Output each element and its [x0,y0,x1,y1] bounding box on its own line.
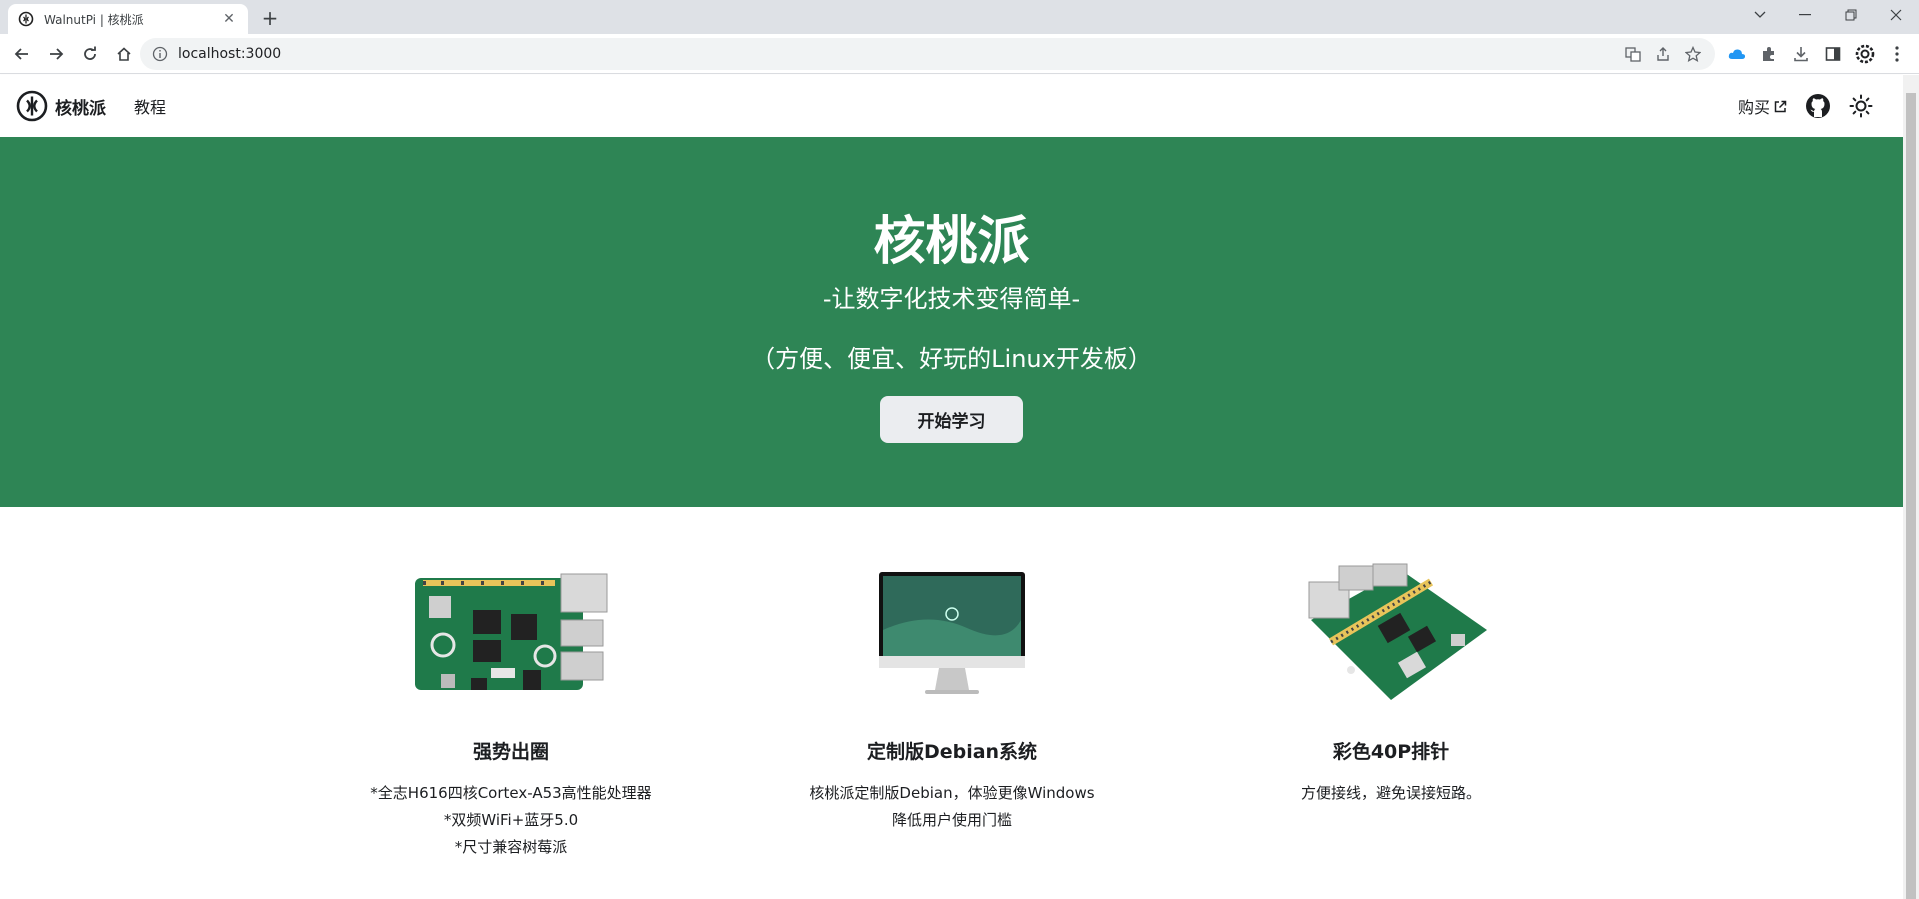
browser-tab-strip: WalnutPi | 核桃派 ✕ + [0,0,1919,34]
site-info-icon[interactable] [152,46,168,62]
url-text: localhost:3000 [178,46,282,62]
share-icon[interactable] [1655,46,1671,62]
buy-label: 购买 [1737,98,1770,117]
desktop-monitor-image [727,555,1177,715]
new-tab-button[interactable]: + [256,4,284,32]
tab-search-icon[interactable] [1737,0,1783,30]
feature-line: 降低用户使用门槛 [891,811,1012,829]
brand-name: 核桃派 [55,98,106,119]
translate-icon[interactable] [1625,46,1641,62]
feature-title: 定制版Debian系统 [866,741,1038,763]
download-icon[interactable] [1785,38,1817,70]
scrollbar-thumb[interactable] [1906,93,1916,899]
home-icon[interactable] [108,38,140,70]
hero-tagline: -让数字化技术变得简单- [822,285,1081,313]
feature-card-performance: 强势出圈 *全志H616四核Cortex-A53高性能处理器 *双频WiFi+蓝… [286,555,736,861]
brand-link[interactable]: 核桃派 [16,90,106,122]
feature-title: 彩色40P排针 [1332,741,1450,763]
browser-toolbar: localhost:3000 [0,34,1919,74]
walnutpi-favicon-icon [18,11,34,27]
feature-title: 强势出圈 [472,741,549,763]
hero-title: 核桃派 [873,212,1030,272]
feature-line: *全志H616四核Cortex-A53高性能处理器 [370,784,652,802]
site-navbar: 核桃派 教程 购买 [0,75,1903,137]
github-icon[interactable] [1805,93,1831,119]
theme-toggle-sun-icon[interactable] [1849,94,1873,118]
back-arrow-icon[interactable] [6,38,38,70]
tab-close-icon[interactable]: ✕ [220,11,238,27]
feature-line: *尺寸兼容树莓派 [454,838,568,856]
feature-card-debian: 定制版Debian系统 核桃派定制版Debian，体验更像Windows 降低用… [727,555,1177,834]
hero-subtitle: （方便、便宜、好玩的Linux开发板） [751,345,1152,373]
feature-card-gpio: 彩色40P排针 方便接线，避免误接短路。 [1166,555,1616,807]
external-link-icon [1774,100,1787,112]
restore-icon[interactable] [1828,0,1874,30]
tab-title: WalnutPi | 核桃派 [44,12,144,27]
browser-tab[interactable]: WalnutPi | 核桃派 ✕ [8,4,248,34]
feature-line: 核桃派定制版Debian，体验更像Windows [809,784,1095,802]
nav-link-buy[interactable]: 购买 [1738,94,1787,118]
address-bar[interactable]: localhost:3000 [140,38,1715,70]
hero-banner: 核桃派 -让数字化技术变得简单- （方便、便宜、好玩的Linux开发板） 开始学… [0,137,1903,507]
browser-menu-icon[interactable] [1881,38,1913,70]
bookmark-star-icon[interactable] [1685,46,1701,62]
start-learning-button[interactable]: 开始学习 [880,396,1023,443]
walnutpi-logo-icon [16,90,48,122]
feature-line: *双频WiFi+蓝牙5.0 [443,811,579,829]
cloud-extension-icon[interactable] [1721,38,1753,70]
board-angled-image [1166,555,1616,715]
reload-icon[interactable] [74,38,106,70]
side-panel-icon[interactable] [1817,38,1849,70]
walnutpi-board-image [286,555,736,715]
minimize-icon[interactable] [1782,0,1828,30]
nav-link-tutorial[interactable]: 教程 [134,94,166,118]
close-window-icon[interactable] [1873,0,1919,30]
feature-line: 方便接线，避免误接短路。 [1300,784,1481,802]
extensions-puzzle-icon[interactable] [1753,38,1785,70]
page-scrollbar[interactable] [1903,75,1919,899]
profile-gear-icon[interactable] [1849,38,1881,70]
forward-arrow-icon[interactable] [40,38,72,70]
